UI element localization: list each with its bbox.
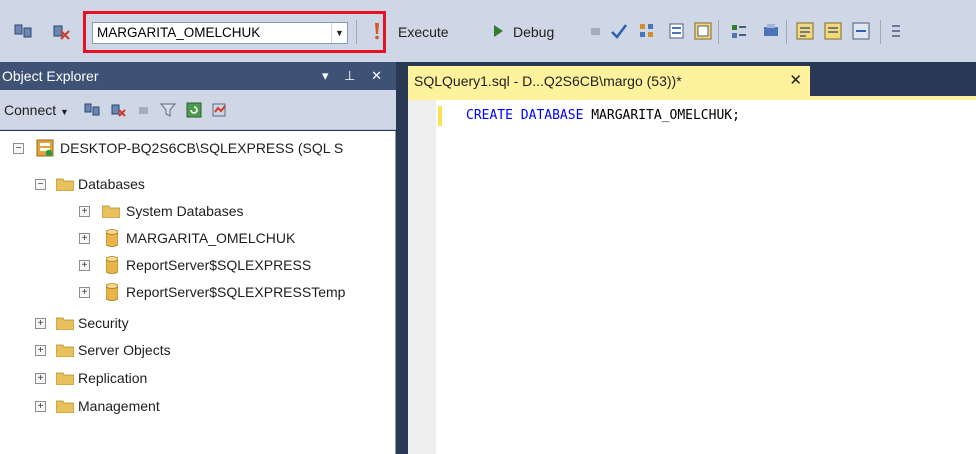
query-options-icon[interactable]	[668, 22, 686, 40]
tree-node-database[interactable]: + ReportServer$SQLEXPRESSTemp	[0, 279, 396, 305]
main-toolbar: MARGARITA_OMELCHUK ▼ Execute Debug	[0, 0, 976, 62]
tree-label: Security	[78, 315, 129, 331]
tree-node-databases[interactable]: − Databases	[0, 171, 396, 197]
object-explorer-tree: − DESKTOP-BQ2S6CB\SQLEXPRESS (SQL S − Da…	[0, 131, 396, 454]
connect-server-icon[interactable]	[84, 102, 100, 118]
editor-gutter	[408, 100, 436, 454]
folder-icon	[56, 178, 74, 191]
decrease-indent-icon[interactable]	[852, 22, 870, 40]
execute-button[interactable]: Execute	[398, 22, 449, 42]
tree-node-database[interactable]: + MARGARITA_OMELCHUK	[0, 225, 396, 251]
database-icon	[106, 229, 118, 247]
sql-terminator: ;	[732, 108, 740, 123]
folder-icon	[56, 400, 74, 413]
toolbar-separator	[880, 20, 881, 44]
tab-sqlquery1[interactable]: SQLQuery1.sql - D...Q2S6CB\margo (53))* …	[408, 66, 810, 96]
stop-icon[interactable]	[136, 102, 152, 118]
toolbar-overflow-icon[interactable]	[890, 22, 902, 40]
folder-icon	[56, 372, 74, 385]
expand-toggle-icon[interactable]: +	[35, 373, 46, 384]
expand-toggle-icon[interactable]: +	[35, 401, 46, 412]
toolbar-separator	[356, 20, 357, 44]
expand-toggle-icon[interactable]: +	[79, 260, 90, 271]
tree-node-server[interactable]: − DESKTOP-BQ2S6CB\SQLEXPRESS (SQL S	[0, 135, 396, 161]
document-tab-strip: SQLQuery1.sql - D...Q2S6CB\margo (53))* …	[408, 62, 976, 98]
toolbar-separator	[786, 20, 787, 44]
tree-label: ReportServer$SQLEXPRESSTemp	[126, 284, 346, 300]
expand-toggle-icon[interactable]: +	[79, 287, 90, 298]
database-icon	[106, 283, 118, 301]
tree-label: DESKTOP-BQ2S6CB\SQLEXPRESS (SQL S	[60, 140, 344, 156]
disconnect-server-icon[interactable]	[110, 102, 126, 118]
tree-label: Databases	[78, 176, 145, 192]
panel-controls[interactable]: ▾ ⊥ ✕	[322, 62, 388, 90]
client-statistics-icon[interactable]	[762, 22, 780, 40]
tree-label: System Databases	[126, 203, 244, 219]
folder-icon	[56, 344, 74, 357]
change-tracking-bar	[438, 106, 442, 126]
connect-object-explorer-icon[interactable]	[14, 22, 32, 40]
filter-icon[interactable]	[160, 102, 176, 118]
tree-label: Management	[78, 398, 160, 414]
parse-checkmark-icon[interactable]	[610, 22, 628, 40]
toolbar-separator	[718, 20, 719, 44]
expand-toggle-icon[interactable]: +	[35, 345, 46, 356]
comment-out-icon[interactable]	[796, 22, 814, 40]
estimated-plan-icon[interactable]	[638, 22, 656, 40]
results-to-grid-icon[interactable]	[694, 22, 712, 40]
play-icon	[494, 25, 503, 37]
refresh-icon[interactable]	[186, 102, 202, 118]
available-databases-dropdown[interactable]: MARGARITA_OMELCHUK ▼	[92, 22, 348, 44]
tree-node-database[interactable]: + ReportServer$SQLEXPRESS	[0, 252, 396, 278]
folder-icon	[56, 317, 74, 330]
database-icon	[106, 256, 118, 274]
include-plan-icon[interactable]	[730, 22, 748, 40]
chevron-down-icon: ▼	[60, 107, 69, 117]
object-explorer-header: Object Explorer ▾ ⊥ ✕	[0, 62, 396, 90]
collapse-toggle-icon[interactable]: −	[35, 179, 46, 190]
expand-toggle-icon[interactable]: +	[79, 233, 90, 244]
stop-icon[interactable]	[590, 22, 602, 40]
debug-button[interactable]: Debug	[513, 22, 554, 42]
connect-dropdown-button[interactable]: Connect ▼	[4, 100, 69, 122]
selected-database: MARGARITA_OMELCHUK	[97, 25, 261, 40]
tree-label: Replication	[78, 370, 148, 386]
server-icon	[36, 139, 54, 157]
tree-node-server-objects[interactable]: + Server Objects	[0, 337, 396, 363]
sql-keyword: CREATE DATABASE	[466, 108, 584, 123]
tree-label: Server Objects	[78, 342, 171, 358]
object-explorer-title: Object Explorer	[2, 68, 99, 84]
disconnect-icon[interactable]	[52, 22, 70, 40]
chevron-down-icon[interactable]: ▼	[331, 23, 347, 43]
tree-node-replication[interactable]: + Replication	[0, 365, 396, 391]
uncomment-icon[interactable]	[824, 22, 842, 40]
activity-monitor-icon[interactable]	[212, 102, 228, 118]
execute-icon[interactable]	[372, 22, 382, 40]
folder-icon	[102, 205, 120, 218]
tab-title: SQLQuery1.sql - D...Q2S6CB\margo (53))*	[414, 73, 682, 89]
expand-toggle-icon[interactable]: +	[79, 206, 90, 217]
panel-splitter[interactable]	[396, 62, 408, 454]
collapse-toggle-icon[interactable]: −	[13, 143, 24, 154]
tree-label: MARGARITA_OMELCHUK	[126, 230, 296, 246]
tree-label: ReportServer$SQLEXPRESS	[126, 257, 312, 273]
query-editor[interactable]: CREATE DATABASE MARGARITA_OMELCHUK;	[408, 100, 976, 454]
tree-node-system-databases[interactable]: + System Databases	[0, 198, 396, 224]
sql-identifier: MARGARITA_OMELCHUK	[591, 108, 733, 123]
code-line[interactable]: CREATE DATABASE MARGARITA_OMELCHUK;	[466, 108, 740, 124]
tree-node-management[interactable]: + Management	[0, 393, 396, 419]
expand-toggle-icon[interactable]: +	[35, 318, 46, 329]
object-explorer-toolbar: Connect ▼	[0, 90, 396, 130]
connect-label: Connect	[4, 102, 57, 118]
close-icon[interactable]: ✕	[789, 66, 802, 96]
tree-node-security[interactable]: + Security	[0, 310, 396, 336]
